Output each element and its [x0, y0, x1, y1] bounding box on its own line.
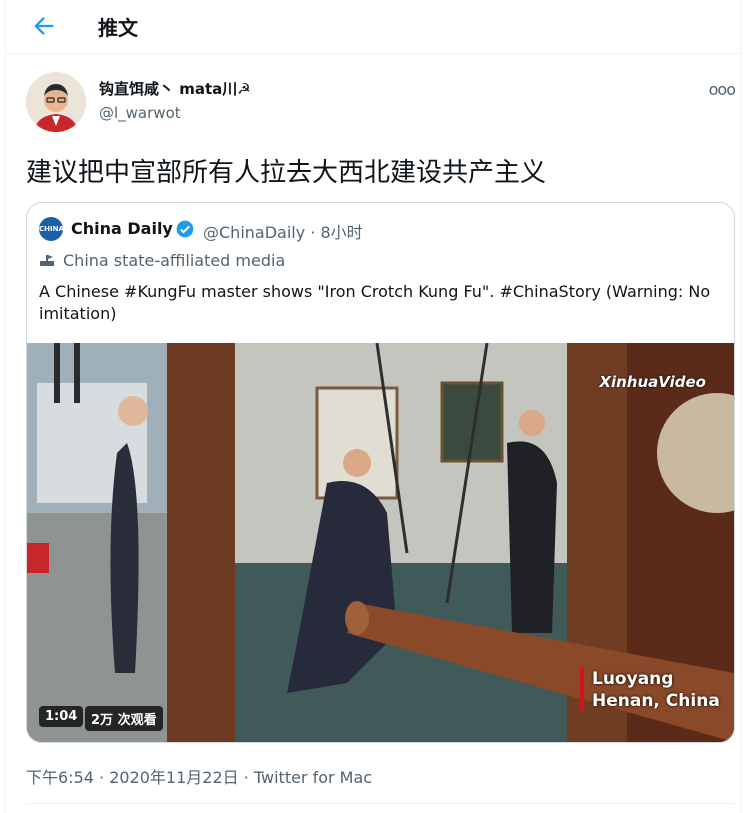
video-duration-badge: 1:04: [39, 706, 84, 727]
tweet-detail-page: 推文 钩直饵咸丶 mata川☭ @l_warwot ooo 建议把中宣部所有人拉…: [5, 0, 742, 813]
avatar[interactable]: [26, 72, 86, 132]
video-watermark: XinhuaVideo: [599, 373, 706, 391]
more-options-icon[interactable]: ooo: [709, 80, 736, 99]
video-player[interactable]: XinhuaVideo Luoyang Henan, China 1:04 2万…: [27, 343, 734, 742]
china-daily-logo: CHINA DAILY: [39, 217, 64, 257]
quoted-author-name: China Daily: [71, 219, 173, 238]
divider: [26, 803, 735, 804]
tweet-text: 建议把中宣部所有人拉去大西北建设共产主义: [26, 158, 547, 188]
video-views-badge: 2万 次观看: [85, 706, 163, 731]
tweet-timestamp[interactable]: 下午6:54 · 2020年11月22日 · Twitter for Mac: [26, 764, 372, 788]
location-line-1: Luoyang: [592, 669, 674, 689]
state-media-flag-icon: [39, 252, 55, 266]
page-title: 推文: [98, 16, 138, 40]
back-arrow-icon[interactable]: [30, 12, 58, 40]
top-bar: 推文: [6, 0, 741, 54]
location-line-2: Henan, China: [592, 691, 720, 711]
author-name[interactable]: 钩直饵咸丶 mata川☭: [99, 78, 251, 99]
quoted-handle-time: @ChinaDaily · 8小时: [203, 223, 363, 242]
state-media-label[interactable]: China state-affiliated media: [39, 251, 285, 270]
state-media-label-text: China state-affiliated media: [63, 251, 286, 270]
quoted-tweet[interactable]: CHINA DAILY China Daily @ChinaDaily · 8小…: [26, 202, 735, 743]
verified-badge-icon: [175, 219, 195, 239]
location-caption: Luoyang Henan, China: [580, 668, 720, 712]
quoted-tweet-text: A Chinese #KungFu master shows "Iron Cro…: [39, 282, 711, 323]
author-handle[interactable]: @l_warwot: [99, 104, 181, 122]
